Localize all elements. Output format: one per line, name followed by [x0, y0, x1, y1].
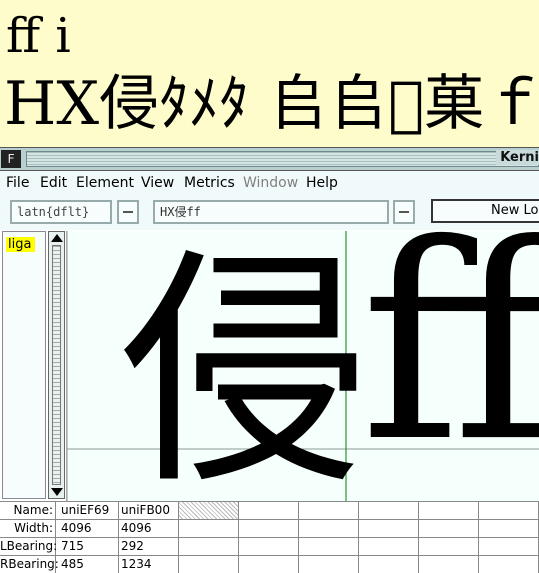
metrics-cell-empty [299, 538, 359, 555]
metrics-cell[interactable]: 485 [59, 556, 119, 573]
metrics-cell-empty [239, 556, 299, 573]
metrics-cell-empty [179, 556, 239, 573]
metrics-cell-empty [359, 520, 419, 537]
feature-list[interactable]: liga [2, 231, 46, 499]
preview-line-2: HX侵ﾀﾒﾀ 𠂤𠂤𡛢菓ｆａ [4, 69, 539, 139]
metrics-cell-empty [179, 538, 239, 555]
metrics-cell: uniFB00 [119, 502, 179, 519]
feature-item-liga[interactable]: liga [6, 237, 36, 252]
vertical-scrollbar[interactable] [48, 231, 65, 499]
menu-metrics[interactable]: Metrics [184, 175, 235, 191]
glyph-canvas[interactable]: 侵 ﬀ [66, 231, 539, 501]
metrics-cell-empty [239, 538, 299, 555]
metrics-cell[interactable]: 4096 [59, 520, 119, 537]
scroll-track[interactable] [52, 245, 61, 485]
menu-window[interactable]: Window [243, 175, 298, 191]
preview-line-1: ﬀ i [6, 8, 71, 64]
metrics-grid: Name: uniEF69 uniFB00 Width: 4096 4096 L… [0, 501, 539, 573]
metrics-cell-empty [359, 502, 419, 519]
menu-bar: File Edit Element View Metrics Window He… [0, 171, 539, 196]
metrics-row-lbearing: LBearing: 715 292 [0, 537, 539, 555]
metrics-cell[interactable]: 4096 [119, 520, 179, 537]
metrics-cell-empty [179, 520, 239, 537]
text-dropdown-icon[interactable] [393, 200, 415, 224]
metrics-row-name: Name: uniEF69 uniFB00 [0, 501, 539, 519]
scroll-down-arrow-icon[interactable] [51, 488, 63, 496]
app-menu-icon[interactable]: F [1, 150, 21, 168]
kerning-toolbar: latn{dflt} HX侵ff New Lo [0, 195, 539, 230]
metrics-cell-empty [179, 502, 239, 519]
metrics-cell-empty [419, 538, 479, 555]
glyph-preview-area: ﬀ i HX侵ﾀﾒﾀ 𠂤𠂤𡛢菓ｆａ [0, 0, 539, 147]
metrics-cell-empty [299, 520, 359, 537]
metrics-cell-empty [479, 556, 539, 573]
metrics-label-name: Name: [0, 502, 56, 519]
metrics-cell-empty [419, 520, 479, 537]
metrics-cell: uniEF69 [59, 502, 119, 519]
menu-edit[interactable]: Edit [40, 175, 67, 191]
script-dropdown-icon[interactable] [117, 200, 139, 224]
metrics-label-width: Width: [0, 520, 56, 537]
window-title-bar[interactable]: F Kerni [0, 147, 539, 171]
metrics-cell-empty [479, 538, 539, 555]
window-title: Kerni [496, 150, 539, 165]
metrics-cell[interactable]: 1234 [119, 556, 179, 573]
title-bar-drag-area[interactable] [26, 151, 539, 167]
new-lookup-button[interactable]: New Lo [431, 199, 539, 223]
metrics-label-rbearing: RBearing: [0, 556, 59, 573]
canvas-glyph-right[interactable]: ﬀ [361, 231, 539, 501]
sample-text-input[interactable]: HX侵ff [153, 200, 389, 224]
script-language-select[interactable]: latn{dflt} [10, 200, 112, 224]
scroll-up-arrow-icon[interactable] [51, 234, 63, 242]
metrics-cell-empty [239, 502, 299, 519]
metrics-row-width: Width: 4096 4096 [0, 519, 539, 537]
menu-view[interactable]: View [141, 175, 174, 191]
metrics-cell-empty [359, 556, 419, 573]
menu-file[interactable]: File [6, 175, 29, 191]
metrics-cell-empty [299, 502, 359, 519]
metrics-cell-empty [359, 538, 419, 555]
menu-element[interactable]: Element [76, 175, 134, 191]
metrics-cell-empty [479, 520, 539, 537]
metrics-cell-empty [419, 502, 479, 519]
metrics-cell-empty [419, 556, 479, 573]
metrics-label-lbearing: LBearing: [0, 538, 58, 555]
metrics-cell-empty [479, 502, 539, 519]
metrics-cell-empty [299, 556, 359, 573]
metrics-cell[interactable]: 715 [59, 538, 119, 555]
metrics-row-rbearing: RBearing: 485 1234 [0, 555, 539, 573]
metrics-cell[interactable]: 292 [119, 538, 179, 555]
menu-help[interactable]: Help [306, 175, 338, 191]
metrics-cell-empty [239, 520, 299, 537]
glyph-canvas-svg: 侵 ﬀ [67, 231, 539, 501]
canvas-glyph-left[interactable]: 侵 [119, 231, 369, 501]
